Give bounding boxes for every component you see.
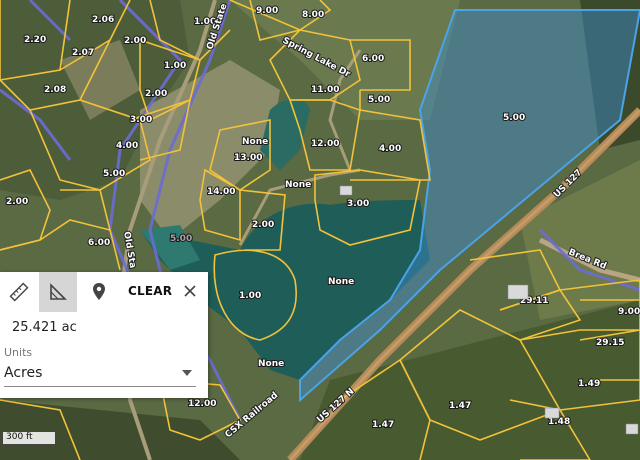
parcel-label: 5.00 — [503, 113, 525, 123]
parcel-label: 12.00 — [188, 399, 216, 409]
parcel-label: 1.47 — [449, 401, 471, 411]
units-dropdown[interactable]: Acres — [4, 362, 196, 387]
location-pin-icon — [93, 283, 105, 300]
scale-bar: 300 ft — [2, 432, 56, 445]
parcel-label: 11.00 — [311, 85, 339, 95]
parcel-label: 1.49 — [578, 379, 600, 389]
chevron-down-icon — [182, 370, 192, 376]
parcel-label: 14.00 — [207, 187, 235, 197]
parcel-label: 2.00 — [252, 220, 274, 230]
parcel-label: 2.08 — [44, 85, 66, 95]
close-icon — [184, 285, 196, 297]
parcel-label: 1.48 — [548, 417, 570, 427]
parcel-label: 29.15 — [596, 338, 624, 348]
distance-tool-button[interactable] — [0, 272, 38, 312]
scale-bar-label: 300 ft — [6, 432, 33, 442]
parcel-label: 3.00 — [347, 199, 369, 209]
parcel-label: 4.00 — [379, 144, 401, 154]
parcel-label: None — [258, 359, 284, 369]
parcel-label: 12.00 — [311, 139, 339, 149]
measure-panel: CLEAR 25.421 ac Units Acres — [0, 272, 208, 398]
parcel-label: None — [285, 180, 311, 190]
parcel-label: 8.00 — [302, 10, 324, 20]
parcel-label: 2.06 — [92, 15, 114, 25]
parcel-label: 1.00 — [164, 61, 186, 71]
area-measure-icon — [50, 283, 67, 300]
parcel-label: 5.00 — [170, 234, 192, 244]
parcel-label: 13.00 — [234, 153, 262, 163]
parcel-label: 2.00 — [6, 197, 28, 207]
parcel-label: 2.20 — [24, 35, 46, 45]
location-tool-button[interactable] — [80, 272, 118, 312]
parcel-label: 1.47 — [372, 420, 394, 430]
parcel-label: 2.07 — [72, 48, 94, 58]
parcel-label: 4.00 — [116, 141, 138, 151]
units-selected-value: Acres — [4, 365, 43, 381]
ruler-icon — [9, 282, 29, 302]
measurement-result: 25.421 ac — [12, 320, 77, 335]
parcel-label: None — [328, 277, 354, 287]
parcel-label: None — [242, 137, 268, 147]
parcel-label: 2.00 — [145, 89, 167, 99]
parcel-label: 9.00 — [256, 6, 278, 16]
parcel-label: 1.00 — [239, 291, 261, 301]
parcel-label: 5.00 — [103, 169, 125, 179]
parcel-label: 9.00 — [618, 307, 640, 317]
measure-toolbar: CLEAR — [0, 272, 208, 314]
units-label: Units — [4, 346, 33, 359]
parcel-label: 6.00 — [362, 54, 384, 64]
parcel-label: 6.00 — [88, 238, 110, 248]
close-button[interactable] — [180, 280, 200, 302]
parcel-label: 5.00 — [368, 95, 390, 105]
clear-button[interactable]: CLEAR — [128, 284, 172, 298]
parcel-label: 2.00 — [124, 36, 146, 46]
parcel-label: 3.00 — [130, 115, 152, 125]
area-tool-button[interactable] — [39, 272, 77, 312]
